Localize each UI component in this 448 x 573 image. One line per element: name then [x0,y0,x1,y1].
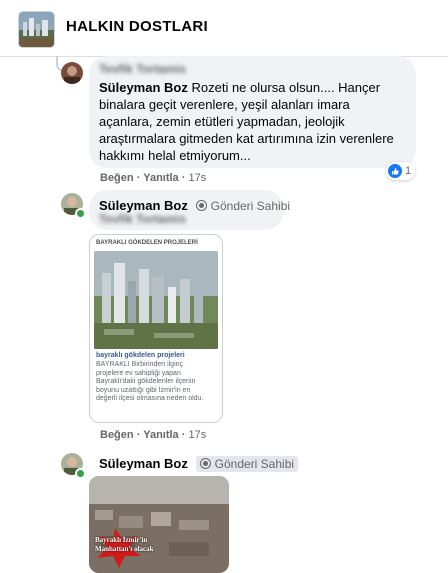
comment-line-4: araştırmalara gitmeden kat artırımına iz… [99,131,394,146]
comment-author-name[interactable]: Tevfik Tortamis [99,62,186,76]
reply-actions: Beğen · Yanıtla · 17s [100,429,207,441]
reply-author-name[interactable]: Süleyman Boz [99,456,188,471]
reply-button[interactable]: Yanıtla [143,172,178,184]
link-preview-card[interactable]: BAYRAKLI GÖKDELEN PROJELERİ bayraklı gök… [89,234,223,423]
reply-button[interactable]: Yanıtla [143,429,178,441]
reply-bubble: Süleyman Boz Gönderi Sahibi Tevfik Torta… [89,190,290,230]
photo-attachment[interactable]: Bayraklı İzmir'in Manhattan'ı olacak [89,476,229,573]
timestamp[interactable]: 17s [188,172,206,184]
mentioned-user[interactable]: Tevfik Tortamis [99,212,186,226]
group-avatar[interactable] [18,11,55,48]
reaction-count: 1 [405,165,412,177]
reply-author-name[interactable]: Süleyman Boz [99,198,188,213]
like-button[interactable]: Beğen [100,429,134,441]
badge-icon [196,200,208,211]
commenter-avatar[interactable] [61,62,83,84]
link-desc-line-5: değerli ilçesi olmasına neden oldu. [96,395,204,402]
reaction-summary[interactable]: 1 [386,162,416,180]
comment-bubble: Tevfik Tortamis Süleyman Boz Rozeti ne o… [89,56,416,168]
group-title[interactable]: HALKIN DOSTLARI [66,18,208,35]
link-description: BAYRAKLI Birbirinden ilginç projelere ev… [90,359,222,404]
badge-icon [200,458,212,469]
online-dot [75,208,86,219]
comment-line-5: hakkımı helal etmiyorum... [99,148,251,163]
author-badge-label: Gönderi Sahibi [214,457,295,471]
comment-line-1: Rozeti ne olursa olsun.... Hançer [191,80,381,95]
link-desc-line-3: Bayraklı'daki gökdelenler ilçenin [96,378,196,385]
like-button[interactable]: Beğen [100,172,134,184]
comment-actions: Beğen · Yanıtla · 17s [100,172,207,184]
link-desc-line-1: BAYRAKLI Birbirinden ilginç [96,361,184,368]
mention-link[interactable]: Süleyman Boz [99,80,188,95]
comment-line-2: binalara geçit verenlere, yeşil alanları… [99,97,350,112]
photo-caption: Bayraklı İzmir'in Manhattan'ı olacak [95,536,154,553]
link-preview-image [94,251,218,349]
link-caption: bayraklı gökdelen projeleri [96,352,185,359]
link-desc-line-4: boyunu uzattığı gibi İzmir'in en [96,386,191,394]
author-badge: Gönderi Sahibi [196,456,299,472]
reply-header: Süleyman Boz Gönderi Sahibi [99,455,299,473]
like-icon [388,164,402,178]
author-badge: Gönderi Sahibi [196,199,290,213]
online-dot [75,468,86,479]
timestamp[interactable]: 17s [188,429,206,441]
link-desc-line-2: projelere ev sahipliği yapan [96,369,181,377]
author-badge-label: Gönderi Sahibi [210,199,291,213]
comment-text: Süleyman Boz Rozeti ne olursa olsun.... … [99,79,411,164]
group-header: HALKIN DOSTLARI [0,0,448,57]
link-source-title: BAYRAKLI GÖKDELEN PROJELERİ [96,240,198,246]
comment-line-3: açanlara, zemin etütleri yapmadan, jeolo… [99,114,345,129]
